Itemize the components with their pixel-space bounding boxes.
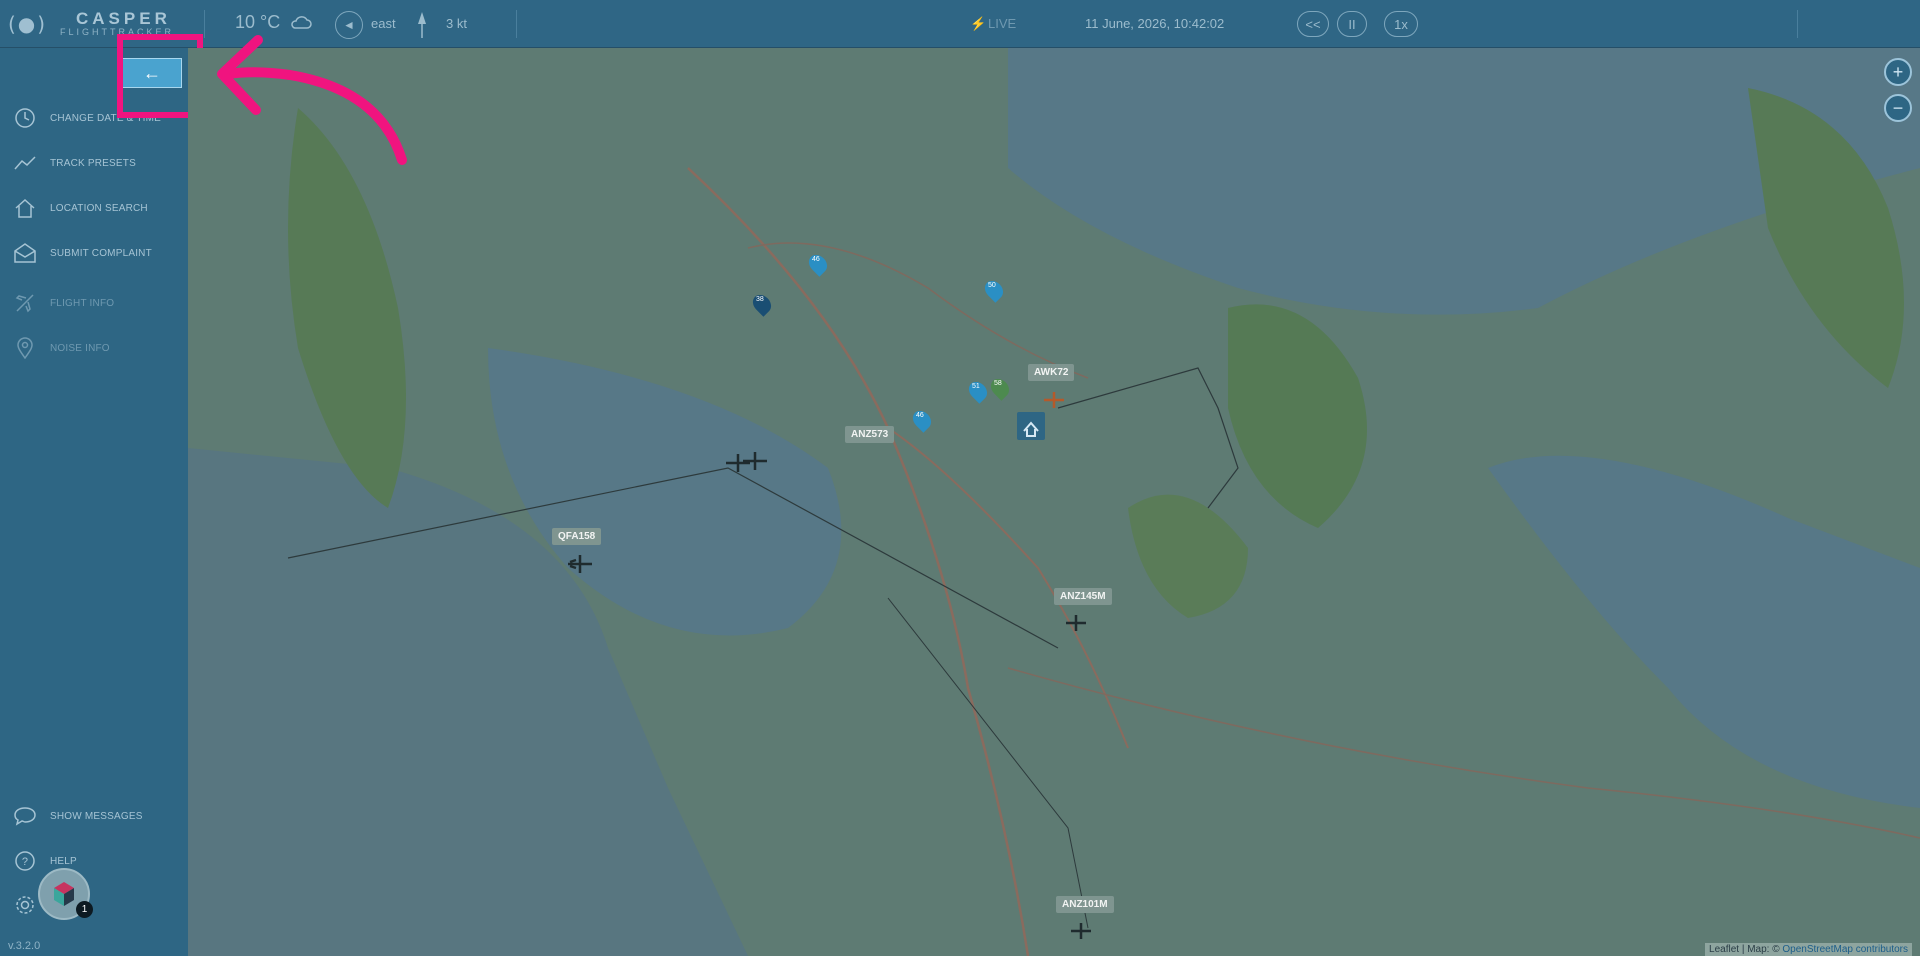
sidebar-item-label: TRACK PRESETS [50, 157, 136, 169]
pause-button[interactable]: II [1337, 11, 1367, 37]
current-datetime: 11 June, 2026, 10:42:02 [1085, 16, 1225, 31]
noise-marker-value: 58 [994, 380, 1002, 387]
live-button[interactable]: LIVE [988, 16, 1016, 31]
wind-speed: 3 kt [446, 16, 467, 31]
chat-icon [12, 805, 38, 827]
wind-direction: east [371, 16, 396, 31]
annotation-arrow [217, 35, 407, 165]
rewind-button[interactable]: << [1297, 11, 1329, 37]
sidebar-item-track-presets[interactable]: TRACK PRESETS [12, 151, 136, 175]
sidebar-item-submit-complaint[interactable]: SUBMIT COMPLAINT [12, 241, 152, 265]
sidebar-item-flight-info[interactable]: FLIGHT INFO [12, 291, 114, 315]
sidebar-item-label: FLIGHT INFO [50, 297, 115, 309]
sidebar-item-label: LOCATION SEARCH [50, 202, 148, 214]
sidebar-item-label: NOISE INFO [50, 342, 110, 354]
sidebar: CHANGE DATE & TIME TRACK PRESETS LOCATIO… [0, 48, 188, 956]
envelope-icon [12, 242, 38, 264]
home-icon [12, 197, 38, 219]
home-location-marker[interactable] [1017, 412, 1045, 440]
playback-speed-button[interactable]: 1x [1384, 11, 1418, 37]
sidebar-item-label: SUBMIT COMPLAINT [50, 247, 152, 259]
settings-icon[interactable] [14, 894, 36, 921]
attribution-link[interactable]: OpenStreetMap contributors [1782, 944, 1908, 955]
flight-label[interactable]: QFA158 [552, 528, 602, 545]
chart-line-icon [12, 152, 38, 174]
app-version: v.3.2.0 [8, 940, 41, 952]
noise-marker-value: 50 [988, 282, 996, 289]
noise-marker-value: 51 [972, 383, 980, 390]
map-pin-icon [12, 337, 38, 359]
sidebar-item-location-search[interactable]: LOCATION SEARCH [12, 196, 148, 220]
logo-mark: (●) [8, 12, 48, 36]
sidebar-item-label: HELP [50, 855, 77, 867]
flight-label[interactable]: ANZ573 [845, 426, 895, 443]
map-attribution: Leaflet | Map: © OpenStreetMap contribut… [1705, 943, 1912, 956]
clock-icon [12, 107, 38, 129]
sidebar-item-show-messages[interactable]: SHOW MESSAGES [12, 804, 143, 828]
zoom-out-button[interactable]: − [1884, 94, 1912, 122]
plane-icon [12, 292, 38, 314]
noise-marker-value: 46 [812, 256, 820, 263]
noise-marker-value: 38 [756, 296, 764, 303]
logo-title: CASPER [76, 9, 171, 28]
svg-text:?: ? [22, 856, 28, 868]
zoom-in-button[interactable]: + [1884, 58, 1912, 86]
sidebar-item-noise-info[interactable]: NOISE INFO [12, 336, 110, 360]
sidebar-item-label: SHOW MESSAGES [50, 810, 143, 822]
attribution-prefix: Leaflet | Map: © [1709, 944, 1780, 955]
flight-label[interactable]: ANZ101M [1056, 896, 1114, 913]
notification-badge: 1 [76, 901, 93, 918]
flight-label[interactable]: AWK72 [1028, 364, 1075, 381]
help-icon: ? [12, 850, 38, 872]
lightning-icon: ⚡ [970, 16, 987, 31]
flight-label[interactable]: ANZ145M [1054, 588, 1112, 605]
noise-marker-value: 46 [916, 412, 924, 419]
divider [1797, 10, 1798, 38]
